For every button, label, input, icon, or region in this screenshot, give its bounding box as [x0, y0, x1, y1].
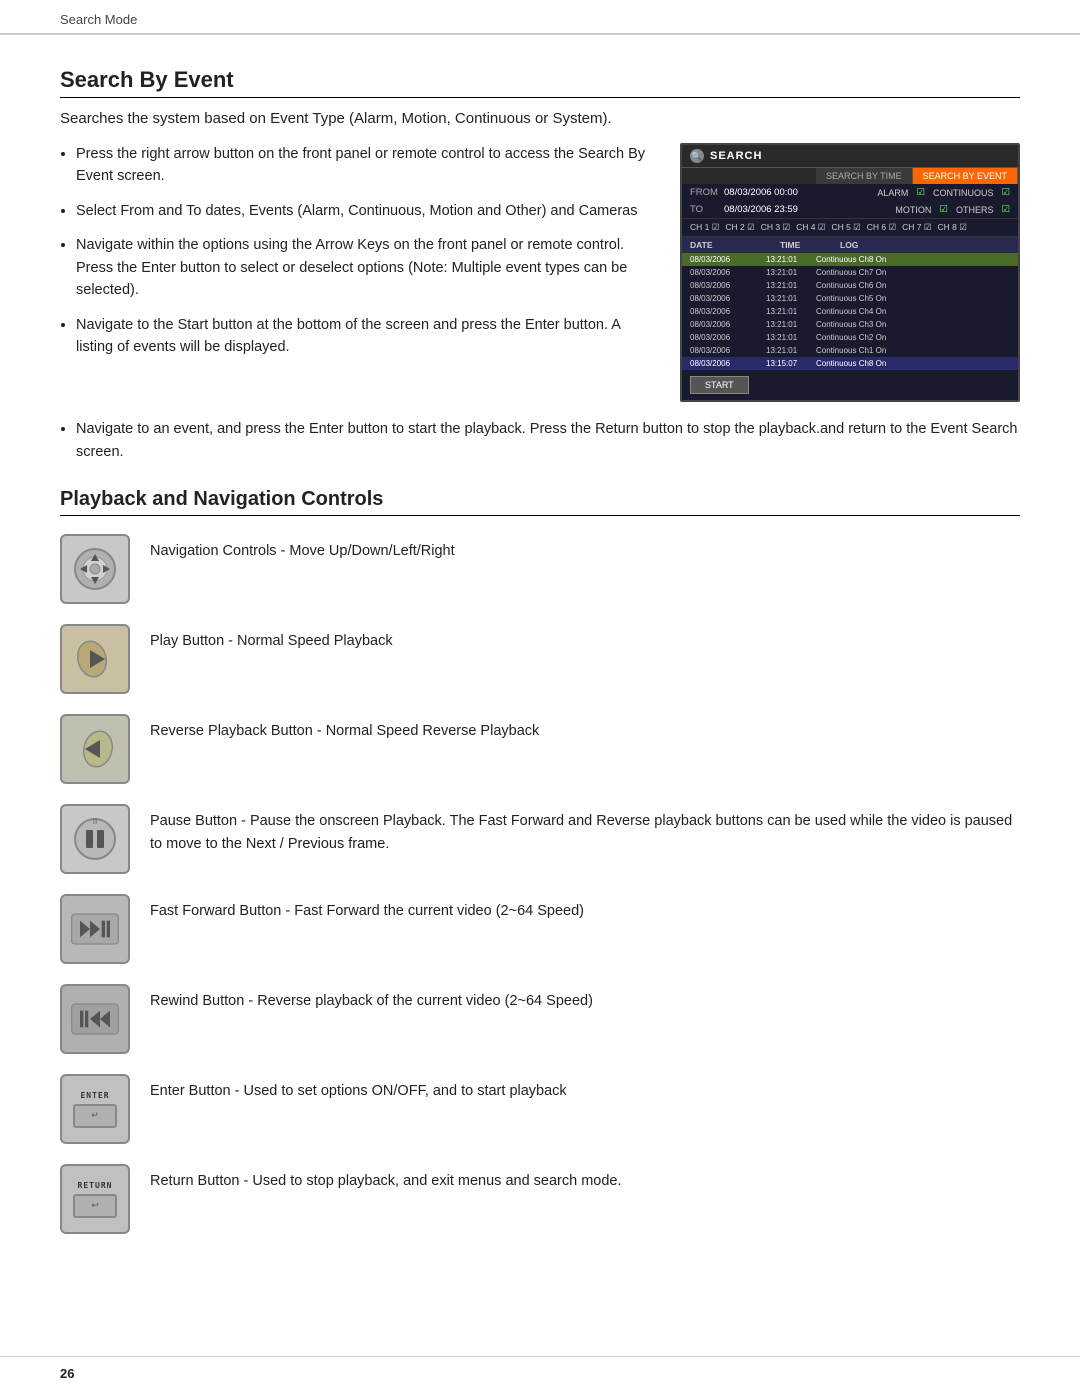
rewind-control-desc: Rewind Button - Reverse playback of the …: [150, 984, 1020, 1012]
fast-forward-icon: [60, 894, 130, 964]
page-number: 26: [60, 1366, 74, 1381]
ss-alarm-label: ALARM: [877, 188, 908, 198]
ss-motion-label: MOTION: [895, 205, 931, 215]
ss-ch1: CH 1 ☑: [690, 222, 719, 233]
last-bullet-item: Navigate to an event, and press the Ente…: [76, 418, 1020, 464]
enter-control-desc: Enter Button - Used to set options ON/OF…: [150, 1074, 1020, 1102]
ss-ch7: CH 7 ☑: [902, 222, 931, 233]
ss-data-row: 08/03/2006 13:21:01 Continuous Ch4 On: [682, 305, 1018, 318]
list-item: Press the right arrow button on the fron…: [76, 143, 652, 188]
section1-title: Search By Event: [60, 67, 1020, 98]
ss-ch2: CH 2 ☑: [725, 222, 754, 233]
ss-titlebar: 🔍 SEARCH: [682, 145, 1018, 168]
control-item-return: RETURN ↩ Return Button - Used to stop pl…: [60, 1164, 1020, 1234]
control-list: Navigation Controls - Move Up/Down/Left/…: [60, 534, 1020, 1234]
control-item-pause: II Pause Button - Pause the onscreen Pla…: [60, 804, 1020, 874]
page-footer: 26: [60, 1366, 74, 1381]
control-item-rewind: Rewind Button - Reverse playback of the …: [60, 984, 1020, 1054]
pause-control-desc: Pause Button - Pause the onscreen Playba…: [150, 804, 1020, 855]
bullet-list: Press the right arrow button on the fron…: [60, 143, 652, 402]
ss-ch5: CH 5 ☑: [831, 222, 860, 233]
rewind-icon: [60, 984, 130, 1054]
nav-control-desc: Navigation Controls - Move Up/Down/Left/…: [150, 534, 1020, 562]
ss-table-header: DATE TIME LOG: [682, 237, 1018, 253]
ss-data-row: 08/03/2006 13:21:01 Continuous Ch5 On: [682, 292, 1018, 305]
ss-to-label: TO: [690, 204, 716, 215]
last-bullet-list: Navigate to an event, and press the Ente…: [60, 418, 1020, 464]
ss-continuous-label: CONTINUOUS: [933, 188, 994, 198]
ss-col-date: DATE: [690, 240, 770, 250]
control-item-play: Play Button - Normal Speed Playback: [60, 624, 1020, 694]
ss-data-row: 08/03/2006 13:21:01 Continuous Ch7 On: [682, 266, 1018, 279]
list-item: Navigate within the options using the Ar…: [76, 234, 652, 301]
ss-col-log: LOG: [840, 240, 1010, 250]
ss-ch4: CH 4 ☑: [796, 222, 825, 233]
page-content: Search By Event Searches the system base…: [0, 43, 1080, 1294]
search-screenshot: 🔍 SEARCH SEARCH BY TIME SEARCH BY EVENT …: [680, 143, 1020, 402]
ss-to-row: TO 08/03/2006 23:59 MOTION ☑ OTHERS ☑: [682, 201, 1018, 218]
reverse-control-desc: Reverse Playback Button - Normal Speed R…: [150, 714, 1020, 742]
pause-icon: II: [60, 804, 130, 874]
reverse-icon: [60, 714, 130, 784]
list-item: Navigate to the Start button at the bott…: [76, 314, 652, 359]
header-divider: [0, 34, 1080, 35]
ss-start-button: START: [690, 376, 749, 394]
footer-divider: [0, 1356, 1080, 1357]
ss-col-time: TIME: [780, 240, 830, 250]
navigation-icon: [60, 534, 130, 604]
ss-channels: CH 1 ☑ CH 2 ☑ CH 3 ☑ CH 4 ☑ CH 5 ☑ CH 6 …: [682, 218, 1018, 237]
control-item-nav: Navigation Controls - Move Up/Down/Left/…: [60, 534, 1020, 604]
ss-from-row: FROM 08/03/2006 00:00 ALARM ☑ CONTINUOUS…: [682, 184, 1018, 201]
search-title-icon: 🔍: [690, 149, 704, 163]
ss-data-row: 08/03/2006 13:21:01 Continuous Ch8 On: [682, 253, 1018, 266]
tab-by-time: SEARCH BY TIME: [816, 168, 913, 184]
control-item-enter: ENTER ↵ Enter Button - Used to set optio…: [60, 1074, 1020, 1144]
ss-data-row: 08/03/2006 13:21:01 Continuous Ch2 On: [682, 331, 1018, 344]
ss-data-row: 08/03/2006 13:15:07 Continuous Ch8 On: [682, 357, 1018, 370]
last-bullet-text: Navigate to an event, and press the Ente…: [76, 421, 1017, 460]
tab-by-event: SEARCH BY EVENT: [913, 168, 1018, 184]
ss-data-row: 08/03/2006 13:21:01 Continuous Ch1 On: [682, 344, 1018, 357]
control-item-reverse: Reverse Playback Button - Normal Speed R…: [60, 714, 1020, 784]
control-item-ff: Fast Forward Button - Fast Forward the c…: [60, 894, 1020, 964]
ss-data-row: 08/03/2006 13:21:01 Continuous Ch3 On: [682, 318, 1018, 331]
ss-ch8: CH 8 ☑: [938, 222, 967, 233]
ss-ch6: CH 6 ☑: [867, 222, 896, 233]
return-control-desc: Return Button - Used to stop playback, a…: [150, 1164, 1020, 1192]
ss-tabs: SEARCH BY TIME SEARCH BY EVENT: [682, 168, 1018, 184]
return-icon: RETURN ↩: [60, 1164, 130, 1234]
play-icon: [60, 624, 130, 694]
two-col-layout: Press the right arrow button on the fron…: [60, 143, 1020, 402]
svg-text:II: II: [93, 817, 97, 826]
play-control-desc: Play Button - Normal Speed Playback: [150, 624, 1020, 652]
ss-title: SEARCH: [710, 150, 762, 162]
page-header: Search Mode: [0, 0, 1080, 34]
ss-to-value: 08/03/2006 23:59: [724, 204, 887, 215]
ss-from-label: FROM: [690, 187, 716, 198]
ss-ch3: CH 3 ☑: [761, 222, 790, 233]
ss-start-btn-container: START: [682, 370, 1018, 400]
ss-motion-check: MOTION ☑ OTHERS ☑: [895, 204, 1010, 215]
ff-control-desc: Fast Forward Button - Fast Forward the c…: [150, 894, 1020, 922]
list-item: Select From and To dates, Events (Alarm,…: [76, 200, 652, 222]
ss-data-row: 08/03/2006 13:21:01 Continuous Ch6 On: [682, 279, 1018, 292]
ss-from-value: 08/03/2006 00:00: [724, 187, 869, 198]
ss-others-label: OTHERS: [956, 205, 994, 215]
breadcrumb: Search Mode: [60, 12, 137, 27]
enter-icon: ENTER ↵: [60, 1074, 130, 1144]
section2-title: Playback and Navigation Controls: [60, 488, 1020, 516]
ss-alarm-check: ALARM ☑ CONTINUOUS ☑: [877, 187, 1010, 198]
section1-description: Searches the system based on Event Type …: [60, 110, 1020, 127]
